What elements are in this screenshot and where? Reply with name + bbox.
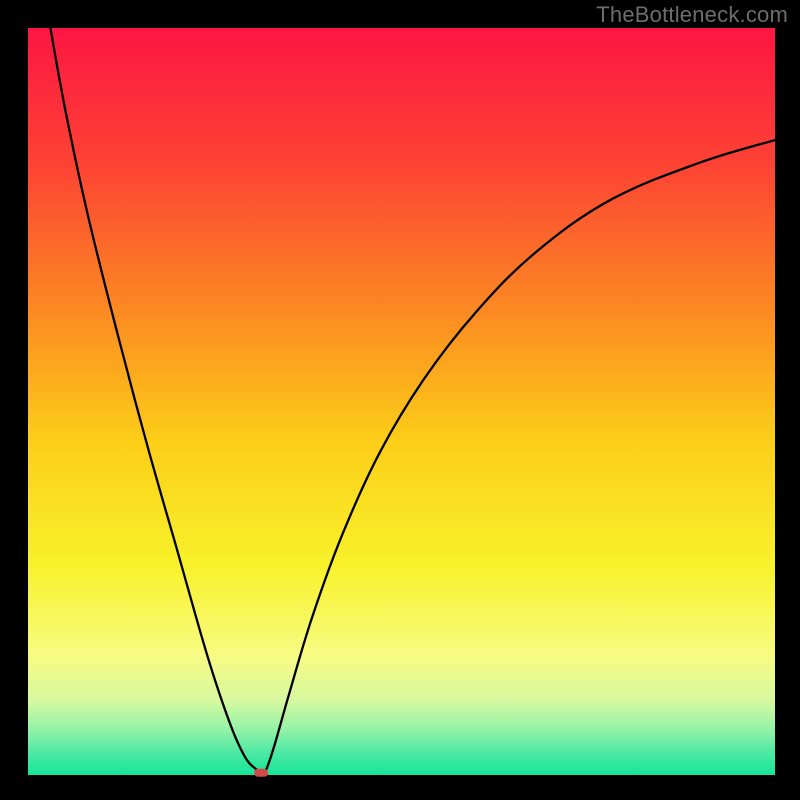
optimum-marker [254,769,268,777]
chart-frame: TheBottleneck.com [0,0,800,800]
watermark-text: TheBottleneck.com [596,2,788,28]
bottleneck-chart [0,0,800,800]
plot-background [28,28,775,775]
